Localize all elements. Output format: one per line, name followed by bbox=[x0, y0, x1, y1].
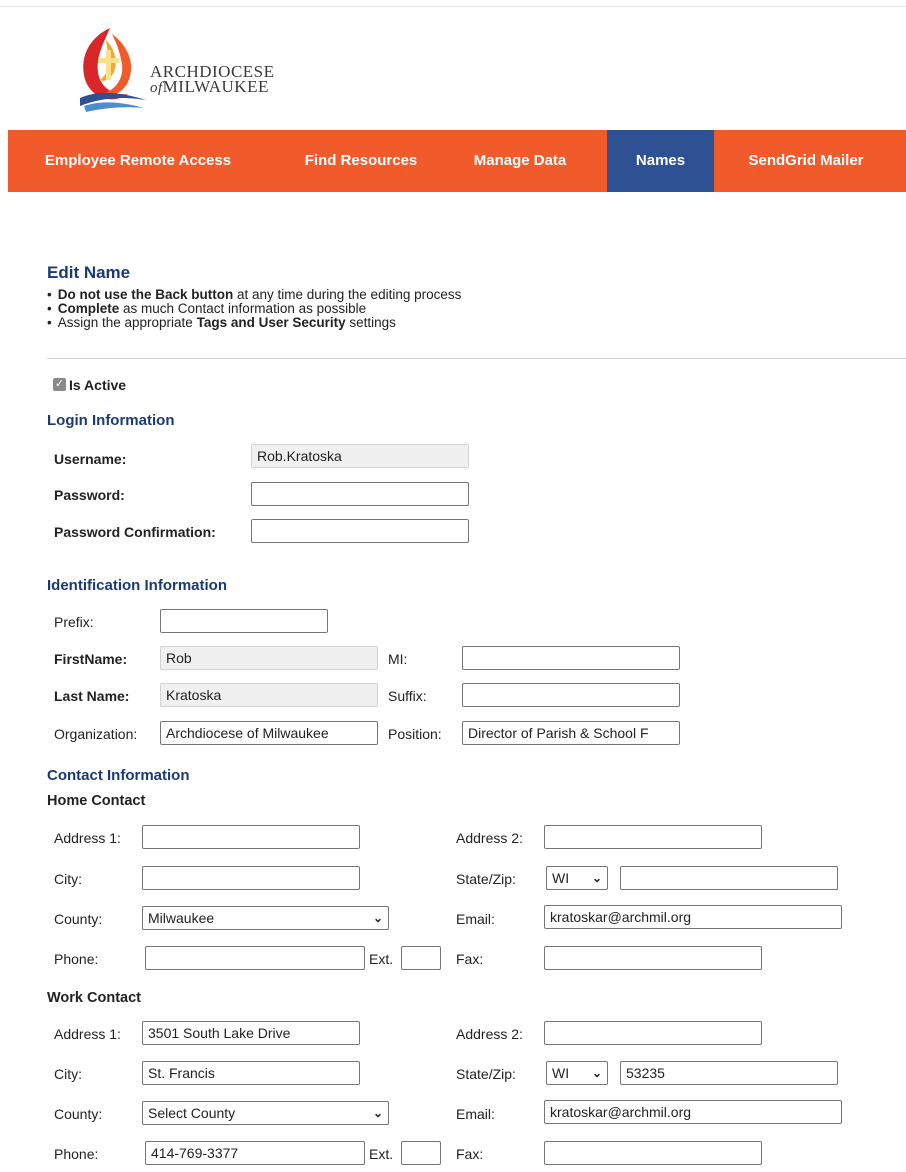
home-email-label: Email: bbox=[456, 911, 495, 927]
logo-line-2: ofMILWAUKEE bbox=[150, 77, 275, 96]
password-field[interactable] bbox=[251, 482, 469, 506]
work-address1-label: Address 1: bbox=[54, 1026, 121, 1042]
login-section-title: Login Information bbox=[47, 412, 175, 429]
work-county-value: Select County bbox=[148, 1105, 236, 1121]
nav-names[interactable]: Names bbox=[607, 130, 714, 192]
suffix-field[interactable] bbox=[462, 683, 680, 707]
password-label: Password: bbox=[54, 487, 125, 503]
work-state-value: WI bbox=[552, 1065, 570, 1081]
username-label: Username: bbox=[54, 451, 127, 467]
mi-field[interactable] bbox=[462, 646, 680, 670]
nav-find-resources[interactable]: Find Resources bbox=[283, 130, 439, 192]
logo-line-2-prefix: of bbox=[150, 80, 163, 96]
instruction-item: Complete as much Contact information as … bbox=[47, 302, 461, 316]
nav-employee-remote-access[interactable]: Employee Remote Access bbox=[8, 130, 268, 192]
home-ext-label: Ext. bbox=[369, 951, 394, 967]
nav-manage-data[interactable]: Manage Data bbox=[456, 130, 584, 192]
home-county-value: Milwaukee bbox=[148, 910, 215, 926]
lastname-field[interactable]: Kratoska bbox=[160, 683, 378, 707]
work-city-field[interactable]: St. Francis bbox=[142, 1061, 360, 1085]
work-ext-label: Ext. bbox=[369, 1146, 394, 1162]
home-address1-label: Address 1: bbox=[54, 830, 121, 846]
home-city-field[interactable] bbox=[142, 866, 360, 890]
section-divider bbox=[47, 358, 906, 359]
firstname-field[interactable]: Rob bbox=[160, 646, 378, 670]
instruction-bold: Complete bbox=[57, 301, 120, 316]
instruction-bold: Do not use the Back button bbox=[57, 287, 234, 302]
archdiocese-emblem-icon bbox=[80, 28, 146, 112]
home-state-select[interactable]: WI ⌄ bbox=[546, 866, 608, 890]
work-phone-label: Phone: bbox=[54, 1146, 99, 1162]
home-county-label: County: bbox=[54, 911, 103, 927]
work-statezip-label: State/Zip: bbox=[456, 1066, 516, 1082]
lastname-label: Last Name: bbox=[54, 688, 130, 704]
work-state-select[interactable]: WI ⌄ bbox=[546, 1061, 608, 1085]
home-state-value: WI bbox=[552, 870, 570, 886]
instruction-text: as much Contact information as possible bbox=[119, 301, 367, 316]
work-city-label: City: bbox=[54, 1066, 82, 1082]
chevron-down-icon: ⌄ bbox=[591, 871, 602, 885]
work-zip-field[interactable]: 53235 bbox=[620, 1061, 838, 1085]
instruction-item: Assign the appropriate Tags and User Sec… bbox=[47, 316, 461, 330]
page-title: Edit Name bbox=[47, 263, 131, 282]
work-address2-label: Address 2: bbox=[456, 1026, 523, 1042]
work-county-select[interactable]: Select County ⌄ bbox=[142, 1101, 389, 1125]
password-confirmation-label: Password Confirmation: bbox=[54, 524, 216, 540]
home-zip-field[interactable] bbox=[620, 866, 838, 890]
home-address2-field[interactable] bbox=[544, 825, 762, 849]
home-statezip-label: State/Zip: bbox=[456, 871, 516, 887]
instructions-list: Do not use the Back button at any time d… bbox=[47, 287, 462, 330]
username-field[interactable]: Rob.Kratoska bbox=[251, 444, 469, 468]
home-fax-label: Fax: bbox=[456, 951, 484, 967]
work-email-label: Email: bbox=[456, 1106, 495, 1122]
nav-sendgrid-mailer[interactable]: SendGrid Mailer bbox=[725, 130, 887, 192]
work-email-field[interactable]: kratoskar@archmil.org bbox=[544, 1100, 842, 1124]
logo-wordmark: ARCHDIOCESE ofMILWAUKEE bbox=[150, 63, 275, 96]
home-ext-field[interactable] bbox=[401, 946, 441, 970]
instruction-text: at any time during the editing process bbox=[233, 287, 462, 302]
contact-section-title: Contact Information bbox=[47, 767, 190, 784]
chevron-down-icon: ⌄ bbox=[372, 911, 383, 925]
organization-label: Organization: bbox=[54, 726, 138, 742]
mi-label: MI: bbox=[388, 651, 408, 667]
logo-line-2-text: MILWAUKEE bbox=[162, 77, 269, 96]
work-fax-label: Fax: bbox=[456, 1146, 484, 1162]
is-active-label: Is Active bbox=[69, 377, 127, 393]
home-county-select[interactable]: Milwaukee ⌄ bbox=[142, 906, 389, 930]
is-active-checkbox[interactable]: ✓ bbox=[53, 378, 66, 391]
main-nav: Employee Remote Access Find Resources Ma… bbox=[8, 130, 906, 192]
home-phone-field[interactable] bbox=[145, 946, 365, 970]
position-field[interactable]: Director of Parish & School F bbox=[462, 721, 680, 745]
work-county-label: County: bbox=[54, 1106, 103, 1122]
work-contact-title: Work Contact bbox=[47, 990, 141, 1006]
archdiocese-logo[interactable]: ARCHDIOCESE ofMILWAUKEE bbox=[70, 20, 300, 115]
work-ext-field[interactable] bbox=[401, 1141, 441, 1165]
suffix-label: Suffix: bbox=[388, 688, 427, 704]
work-phone-field[interactable]: 414-769-3377 bbox=[145, 1141, 365, 1165]
work-address1-field[interactable]: 3501 South Lake Drive bbox=[142, 1021, 360, 1045]
prefix-field[interactable] bbox=[160, 609, 328, 633]
chevron-down-icon: ⌄ bbox=[372, 1106, 383, 1120]
prefix-label: Prefix: bbox=[54, 614, 94, 630]
home-fax-field[interactable] bbox=[544, 946, 762, 970]
firstname-label: FirstName: bbox=[54, 651, 128, 667]
chevron-down-icon: ⌄ bbox=[591, 1066, 602, 1080]
home-phone-label: Phone: bbox=[54, 951, 99, 967]
position-label: Position: bbox=[388, 726, 442, 742]
identification-section-title: Identification Information bbox=[47, 577, 227, 594]
home-city-label: City: bbox=[54, 871, 82, 887]
work-address2-field[interactable] bbox=[544, 1021, 762, 1045]
instruction-item: Do not use the Back button at any time d… bbox=[47, 287, 462, 302]
work-fax-field[interactable] bbox=[544, 1141, 762, 1165]
instruction-text: Assign the appropriate bbox=[57, 315, 197, 330]
organization-field[interactable]: Archdiocese of Milwaukee bbox=[160, 721, 378, 745]
instruction-text: settings bbox=[345, 315, 396, 330]
top-divider bbox=[0, 6, 906, 7]
home-address1-field[interactable] bbox=[142, 825, 360, 849]
home-email-field[interactable]: kratoskar@archmil.org bbox=[544, 905, 842, 929]
password-confirmation-field[interactable] bbox=[251, 519, 469, 543]
home-contact-title: Home Contact bbox=[47, 793, 146, 809]
instruction-bold: Tags and User Security bbox=[196, 315, 346, 330]
home-address2-label: Address 2: bbox=[456, 830, 523, 846]
